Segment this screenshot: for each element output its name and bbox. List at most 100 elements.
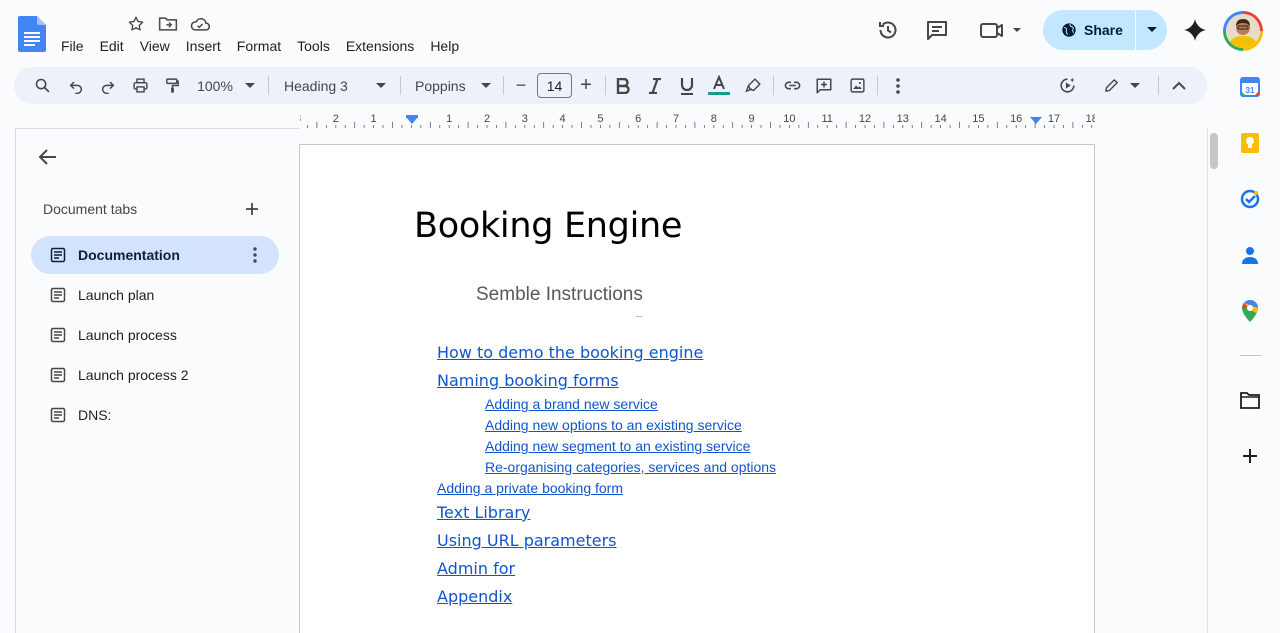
ruler-label: 6 (635, 113, 641, 125)
add-comment-icon[interactable] (812, 67, 836, 104)
tab-label: Launch plan (78, 287, 155, 303)
underline-icon[interactable] (675, 67, 699, 104)
tasks-icon[interactable] (1238, 187, 1262, 211)
share-button[interactable]: Share (1043, 10, 1135, 50)
vertical-scrollbar[interactable] (1210, 133, 1218, 169)
document-icon (50, 367, 66, 383)
maps-icon[interactable] (1238, 299, 1262, 323)
toc-link[interactable]: Re-organising categories, services and o… (485, 459, 776, 475)
caret-down-icon (376, 82, 386, 88)
tab-label: Launch process 2 (78, 367, 189, 383)
ruler-label: 13 (897, 113, 909, 125)
ruler-label: 12 (859, 113, 871, 125)
tab-launch-plan[interactable]: Launch plan (31, 276, 279, 314)
toolbar-divider (400, 76, 401, 95)
toc-link[interactable]: Adding a private booking form (437, 480, 623, 496)
avatar[interactable] (1223, 11, 1263, 51)
calendar-icon[interactable]: 31 (1238, 75, 1262, 99)
document-title[interactable]: Booking Engine (414, 206, 682, 246)
caret-down-icon (244, 82, 255, 88)
undo-icon[interactable] (64, 67, 88, 104)
cloud-saved-icon[interactable] (189, 14, 211, 34)
tab-more-options-icon[interactable] (245, 245, 265, 265)
decrease-font-size-button[interactable]: − (510, 67, 532, 104)
toc-link[interactable]: How to demo the booking engine (437, 343, 703, 362)
toc-link[interactable]: Admin for (437, 559, 515, 578)
docs-logo-icon[interactable] (18, 16, 46, 52)
paint-format-icon[interactable] (160, 67, 184, 104)
tab-label: Documentation (78, 247, 180, 263)
font-size-input[interactable]: 14 (537, 73, 572, 98)
zoom-select[interactable]: 100% (192, 67, 260, 104)
insert-image-icon[interactable] (845, 67, 869, 104)
menu-format[interactable]: Format (229, 37, 289, 55)
ruler-label: 4 (560, 113, 566, 125)
editing-mode-select[interactable] (1094, 67, 1148, 104)
ruler-label: 9 (749, 113, 755, 125)
toc-link[interactable]: Using URL parameters (437, 531, 617, 550)
toc-link[interactable]: Adding new options to an existing servic… (485, 417, 742, 433)
toolbar-divider (877, 76, 878, 95)
pencil-icon (1104, 79, 1118, 92)
user-photo-icon (1226, 14, 1260, 48)
font-select[interactable]: Poppins (407, 67, 493, 104)
keep-icon[interactable] (1238, 131, 1262, 155)
get-add-ons-icon[interactable] (1238, 444, 1262, 468)
bold-icon[interactable] (611, 67, 635, 104)
move-to-folder-icon[interactable] (158, 14, 178, 34)
version-history-icon[interactable] (873, 15, 903, 45)
menu-insert[interactable]: Insert (178, 37, 229, 55)
toc-link[interactable]: Adding a brand new service (485, 396, 658, 412)
menu-view[interactable]: View (132, 37, 178, 55)
tab-launch-process[interactable]: Launch process (31, 316, 279, 354)
tab-label: Launch process (78, 327, 177, 343)
print-icon[interactable] (128, 67, 152, 104)
folder-icon[interactable] (1238, 388, 1262, 412)
zoom-value: 100% (197, 77, 233, 94)
hide-menus-icon[interactable] (1167, 67, 1191, 104)
share-button-group: Share (1043, 10, 1167, 50)
italic-icon[interactable] (643, 67, 667, 104)
toolbar-divider (605, 76, 606, 95)
ruler-label: 2 (333, 113, 339, 125)
ruler-label: 10 (783, 113, 795, 125)
paragraph-style-select[interactable]: Heading 3 (276, 67, 388, 104)
contacts-icon[interactable] (1238, 243, 1262, 267)
menu-file[interactable]: File (53, 37, 92, 55)
globe-icon (1062, 23, 1076, 37)
horizontal-ruler[interactable]: 321123456789101112131415161718 (300, 110, 1095, 128)
toc-link[interactable]: Adding new segment to an existing servic… (485, 438, 750, 454)
more-options-icon[interactable] (886, 67, 910, 104)
smart-chips-icon[interactable] (1055, 67, 1079, 104)
back-arrow-icon[interactable] (36, 145, 60, 169)
svg-text:31: 31 (1246, 86, 1255, 95)
insert-link-icon[interactable] (780, 67, 804, 104)
highlight-color-icon[interactable] (741, 67, 765, 104)
meet-call-icon[interactable] (975, 15, 1025, 45)
star-icon[interactable] (127, 14, 145, 34)
redo-icon[interactable] (96, 67, 120, 104)
ruler-label: 11 (821, 113, 832, 125)
gemini-icon[interactable] (1180, 15, 1210, 45)
document-subtitle[interactable]: Semble Instructions (476, 284, 643, 306)
side-panel-separator (1240, 355, 1262, 356)
share-dropdown-button[interactable] (1136, 10, 1167, 50)
menu-edit[interactable]: Edit (92, 37, 132, 55)
menu-tools[interactable]: Tools (289, 37, 338, 55)
toc-link[interactable]: Appendix (437, 587, 512, 606)
add-tab-icon[interactable] (240, 197, 264, 221)
search-menus-icon[interactable] (30, 67, 54, 104)
text-color-icon[interactable] (706, 67, 732, 104)
comments-icon[interactable] (922, 15, 952, 45)
toolbar-divider (1158, 76, 1159, 95)
toc-link[interactable]: Text Library (437, 503, 530, 522)
right-indent-marker[interactable] (1030, 117, 1042, 124)
increase-font-size-button[interactable]: + (575, 67, 597, 104)
toc-link[interactable]: Naming booking forms (437, 371, 619, 390)
tab-launch-process-2[interactable]: Launch process 2 (31, 356, 279, 394)
tab-dns[interactable]: DNS: (31, 396, 279, 434)
menu-help[interactable]: Help (422, 37, 467, 55)
menu-extensions[interactable]: Extensions (338, 37, 422, 55)
menu-bar: File Edit View Insert Format Tools Exten… (53, 37, 467, 55)
tab-documentation[interactable]: Documentation (31, 236, 279, 274)
